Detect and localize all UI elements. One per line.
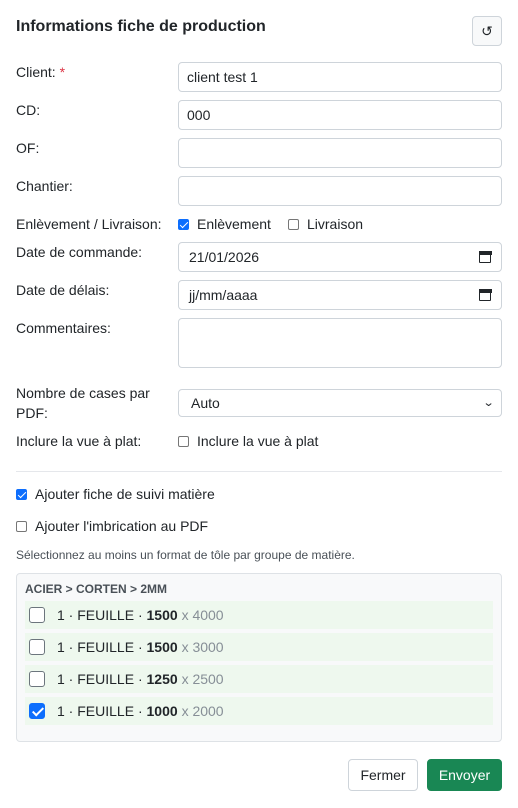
sheet-checkbox[interactable] bbox=[29, 607, 45, 623]
sheet-type: FEUILLE bbox=[77, 639, 135, 655]
material-group-title: ACIER > CORTEN > 2MM bbox=[25, 582, 168, 596]
nesting-label: Ajouter l'imbrication au PDF bbox=[35, 518, 209, 534]
sheet-width: 1500 bbox=[146, 607, 178, 623]
sheet-option[interactable]: 1 · FEUILLE · 1500 x 3000 bbox=[25, 633, 493, 661]
deadline-date-input[interactable]: jj/mm/aaaa bbox=[178, 280, 502, 310]
sheet-width: 1000 bbox=[146, 703, 178, 719]
production-sheet-modal: Informations fiche de production ↺ Clien… bbox=[0, 0, 518, 808]
reset-button[interactable]: ↺ bbox=[472, 16, 502, 46]
material-tracking-label: Ajouter fiche de suivi matière bbox=[35, 486, 215, 502]
material-group: ACIER > CORTEN > 2MM 1 · FEUILLE · 1500 … bbox=[16, 573, 502, 742]
nesting-option[interactable]: Ajouter l'imbrication au PDF bbox=[16, 516, 208, 536]
required-mark: * bbox=[59, 64, 66, 80]
chantier-label: Chantier: bbox=[16, 178, 73, 194]
sheet-option[interactable]: 1 · FEUILLE · 1250 x 2500 bbox=[25, 665, 493, 693]
sheet-qty: 1 bbox=[57, 639, 65, 655]
enlevement-option[interactable]: Enlèvement bbox=[178, 214, 271, 234]
sheet-height: x 2000 bbox=[181, 703, 224, 719]
deadline-date-label: Date de délais: bbox=[16, 282, 110, 298]
cells-per-pdf-select[interactable]: Auto ⌄ bbox=[178, 389, 502, 417]
calendar-icon[interactable] bbox=[478, 288, 492, 301]
sheet-height: x 3000 bbox=[181, 639, 224, 655]
chevron-down-icon: ⌄ bbox=[482, 397, 495, 409]
flat-view-label: Inclure la vue à plat: bbox=[16, 433, 142, 449]
enlevement-checkbox[interactable] bbox=[178, 218, 189, 230]
of-input[interactable] bbox=[178, 138, 502, 168]
sheet-checkbox[interactable] bbox=[29, 671, 45, 687]
sheet-checkbox[interactable] bbox=[29, 703, 45, 719]
sheet-width: 1250 bbox=[146, 671, 178, 687]
sheet-format-hint: Sélectionnez au moins un format de tôle … bbox=[16, 548, 355, 562]
divider bbox=[16, 471, 502, 472]
flat-view-option[interactable]: Inclure la vue à plat bbox=[178, 431, 318, 451]
delivery-mode-label: Enlèvement / Livraison: bbox=[16, 216, 162, 232]
order-date-value: 21/01/2026 bbox=[189, 249, 260, 265]
cells-per-pdf-value: Auto bbox=[191, 395, 220, 411]
sheet-type: FEUILLE bbox=[77, 607, 135, 623]
livraison-label: Livraison bbox=[307, 216, 364, 232]
nesting-checkbox[interactable] bbox=[16, 520, 27, 532]
sheet-qty: 1 bbox=[57, 671, 65, 687]
cells-per-pdf-label-line2: PDF: bbox=[16, 405, 48, 421]
comments-textarea[interactable] bbox=[178, 318, 502, 368]
sheet-height: x 2500 bbox=[181, 671, 224, 687]
order-date-input[interactable]: 21/01/2026 bbox=[178, 242, 502, 272]
livraison-checkbox[interactable] bbox=[288, 218, 299, 230]
order-date-label: Date de commande: bbox=[16, 244, 143, 260]
send-button[interactable]: Envoyer bbox=[427, 759, 502, 791]
cd-input[interactable]: 000 bbox=[178, 100, 502, 130]
sheet-height: x 4000 bbox=[181, 607, 224, 623]
sheet-qty: 1 bbox=[57, 607, 65, 623]
sheet-option[interactable]: 1 · FEUILLE · 1500 x 4000 bbox=[25, 601, 493, 629]
sheet-option[interactable]: 1 · FEUILLE · 1000 x 2000 bbox=[25, 697, 493, 725]
material-tracking-option[interactable]: Ajouter fiche de suivi matière bbox=[16, 484, 215, 504]
sheet-width: 1500 bbox=[146, 639, 178, 655]
chantier-input[interactable] bbox=[178, 176, 502, 206]
deadline-date-value: jj/mm/aaaa bbox=[189, 287, 258, 303]
sheet-qty: 1 bbox=[57, 703, 65, 719]
close-button[interactable]: Fermer bbox=[348, 759, 418, 791]
client-label: Client: * bbox=[16, 62, 65, 82]
comments-label: Commentaires: bbox=[16, 320, 111, 336]
cd-label: CD: bbox=[16, 102, 41, 118]
reset-icon: ↺ bbox=[481, 22, 493, 39]
of-label: OF: bbox=[16, 140, 40, 156]
calendar-icon[interactable] bbox=[478, 250, 492, 263]
sheet-type: FEUILLE bbox=[77, 671, 135, 687]
client-label-text: Client: bbox=[16, 64, 56, 80]
sheet-type: FEUILLE bbox=[77, 703, 135, 719]
material-tracking-checkbox[interactable] bbox=[16, 488, 27, 500]
flat-view-checkbox[interactable] bbox=[178, 435, 189, 447]
cells-per-pdf-label: Nombre de cases par PDF: bbox=[16, 383, 150, 423]
livraison-option[interactable]: Livraison bbox=[288, 214, 363, 234]
cells-per-pdf-label-line1: Nombre de cases par bbox=[16, 385, 150, 401]
sheet-checkbox[interactable] bbox=[29, 639, 45, 655]
flat-view-checkbox-label: Inclure la vue à plat bbox=[197, 433, 319, 449]
modal-title: Informations fiche de production bbox=[16, 18, 266, 35]
enlevement-label: Enlèvement bbox=[197, 216, 271, 232]
client-input[interactable]: client test 1 bbox=[178, 62, 502, 92]
